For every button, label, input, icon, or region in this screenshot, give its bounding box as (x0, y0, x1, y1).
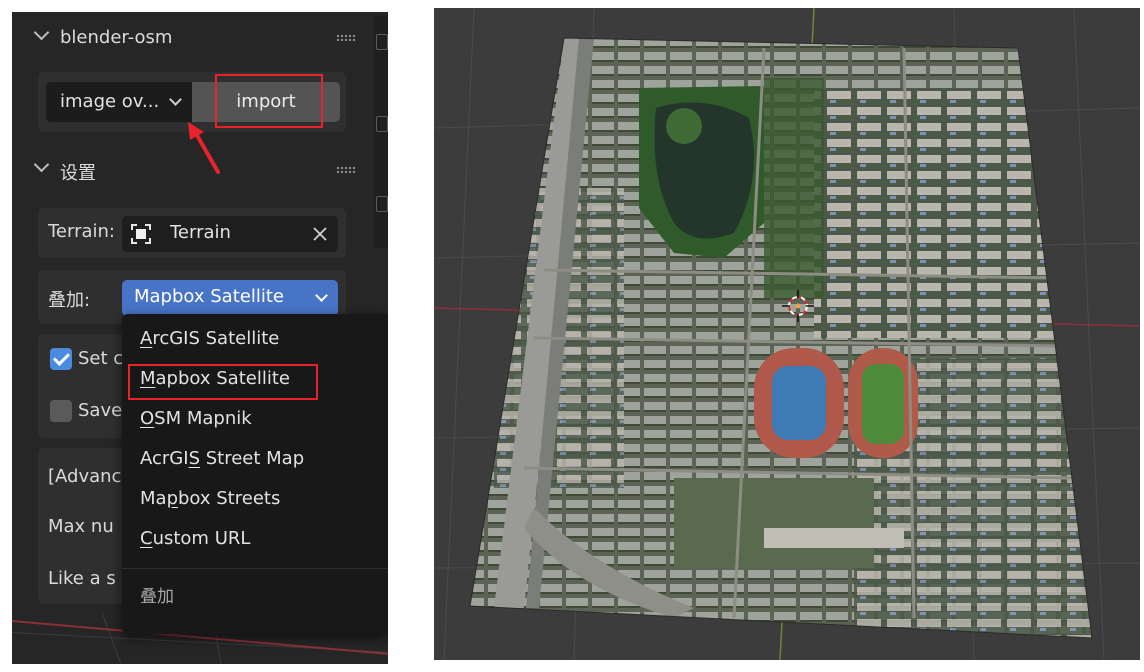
terrain-field[interactable]: Terrain (122, 216, 338, 252)
close-icon[interactable] (312, 226, 328, 242)
menu-footer-label: 叠加 (140, 587, 174, 607)
section-header-blender-osm[interactable]: blender-osm (12, 18, 364, 58)
overlay-dropdown-menu: ArcGIS Satellite Mapbox Satellite OSM Ma… (122, 314, 388, 634)
terrain-value: Terrain (170, 222, 231, 243)
menu-item-osm-mapnik[interactable]: OSM Mapnik (140, 408, 252, 429)
chevron-down-icon (315, 289, 328, 302)
viewport-scene (434, 8, 1140, 660)
blender-sidebar-panel: blender-osm image ov... import 设置 Terrai… (12, 12, 388, 664)
object-icon (131, 224, 151, 244)
set-checkbox-label: Set c (78, 348, 124, 369)
import-button[interactable]: import (192, 82, 340, 122)
save-checkbox-label: Save (78, 400, 123, 421)
like-label: Like a s (48, 568, 116, 589)
overlay-dropdown-value: Mapbox Satellite (134, 286, 284, 307)
menu-mnemonic: S (188, 448, 200, 469)
menu-item-mapbox-satellite[interactable]: Mapbox Satellite (140, 368, 290, 389)
menu-mnemonic: A (140, 328, 153, 349)
menu-item-label: Ma (140, 488, 167, 509)
3d-viewport[interactable] (434, 8, 1140, 660)
menu-mnemonic: C (140, 528, 153, 549)
section-title: 设置 (60, 163, 96, 184)
menu-item-label: box Streets (178, 488, 281, 509)
menu-item-label: SM Mapnik (154, 408, 252, 429)
advanced-label[interactable]: [Advanc (48, 466, 121, 487)
menu-item-mapbox-streets[interactable]: Mapbox Streets (140, 488, 280, 509)
satellite-map-plane[interactable] (434, 8, 1140, 660)
menu-mnemonic: M (140, 368, 156, 389)
menu-item-custom-url[interactable]: Custom URL (140, 528, 250, 549)
section-header-settings[interactable]: 设置 (12, 150, 364, 190)
menu-item-label: ustom URL (152, 528, 251, 549)
menu-item-label: apbox Satellite (155, 368, 290, 389)
mode-dropdown[interactable]: image ov... (46, 82, 192, 122)
overlay-dropdown[interactable]: Mapbox Satellite (122, 280, 338, 316)
menu-item-label: rcGIS Satellite (152, 328, 280, 349)
mode-dropdown-value: image ov... (60, 91, 160, 112)
menu-mnemonic: p (166, 488, 178, 509)
menu-separator (122, 568, 388, 569)
section-title: blender-osm (60, 27, 173, 48)
chevron-down-icon[interactable] (33, 156, 50, 173)
terrain-label: Terrain: (48, 221, 115, 242)
set-checkbox[interactable] (50, 348, 72, 370)
panel-tab-icon[interactable] (376, 116, 388, 132)
panel-tab-strip[interactable] (374, 16, 388, 248)
max-label: Max nu (48, 516, 114, 537)
grip-icon[interactable] (336, 34, 356, 41)
chevron-down-icon (169, 93, 182, 106)
chevron-down-icon[interactable] (33, 24, 50, 41)
grip-icon[interactable] (336, 166, 356, 173)
save-checkbox[interactable] (50, 400, 72, 422)
menu-mnemonic: O (140, 408, 155, 429)
panel-tab-icon[interactable] (376, 196, 388, 212)
panel-tab-icon[interactable] (376, 34, 388, 50)
menu-item-arcgis-satellite[interactable]: ArcGIS Satellite (140, 328, 279, 349)
overlay-label: 叠加: (48, 290, 91, 311)
menu-item-label: AcrGI (140, 448, 189, 469)
menu-item-arcgis-street-map[interactable]: AcrGIS Street Map (140, 448, 304, 469)
import-button-label: import (236, 91, 296, 112)
menu-item-label: Street Map (200, 448, 305, 469)
